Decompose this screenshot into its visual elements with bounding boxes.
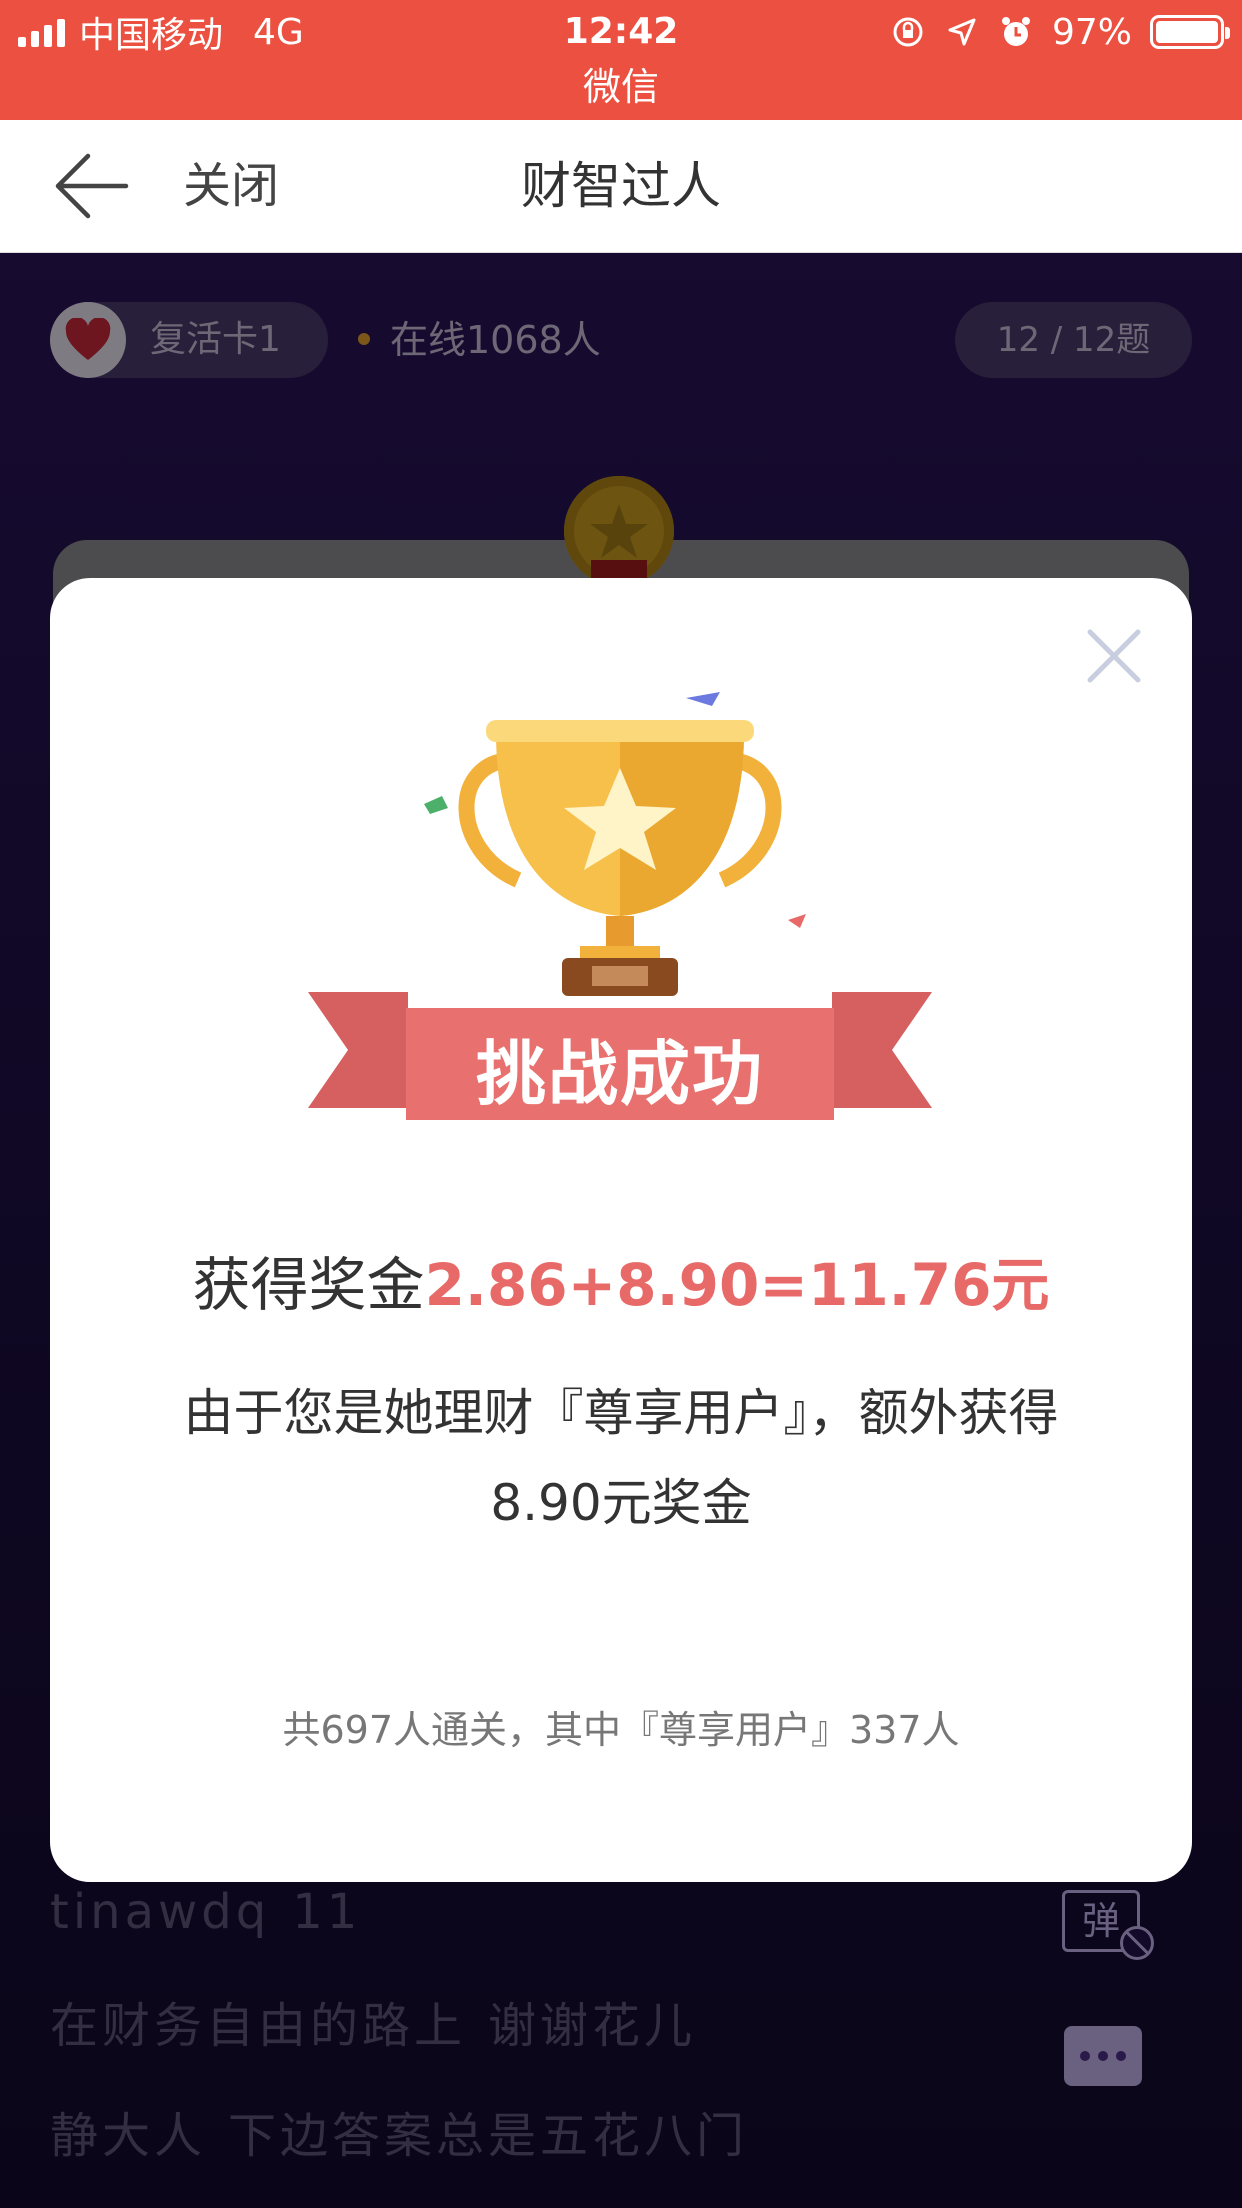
- status-bar: 中国移动 4G 12:42 微信 97%: [0, 0, 1242, 120]
- close-icon[interactable]: [1084, 626, 1144, 686]
- location-icon: [944, 14, 980, 50]
- battery-percent: 97%: [1051, 11, 1132, 53]
- reward-line: 获得奖金2.86+8.90=11.76元: [50, 1245, 1192, 1325]
- app-name: 微信: [582, 65, 659, 109]
- clear-stats: 共697人通关，其中『尊享用户』337人: [282, 1708, 960, 1752]
- battery-icon: [1150, 15, 1230, 49]
- nav-bar: 关闭 财智过人: [0, 120, 1242, 253]
- reward-label: 获得奖金: [192, 1251, 425, 1319]
- page-title: 财智过人: [521, 157, 721, 215]
- ban-icon: [1120, 1926, 1154, 1960]
- bonus-description: 由于您是她理财『尊享用户』，额外获得8.90元奖金: [183, 1384, 1059, 1532]
- chat-icon[interactable]: [1064, 2026, 1142, 2086]
- reward-amount: 2.86+8.90=11.76元: [424, 1251, 1050, 1319]
- rotation-lock-icon: [890, 14, 926, 50]
- banner-text: 挑战成功: [476, 1033, 764, 1115]
- alarm-icon: [998, 14, 1034, 50]
